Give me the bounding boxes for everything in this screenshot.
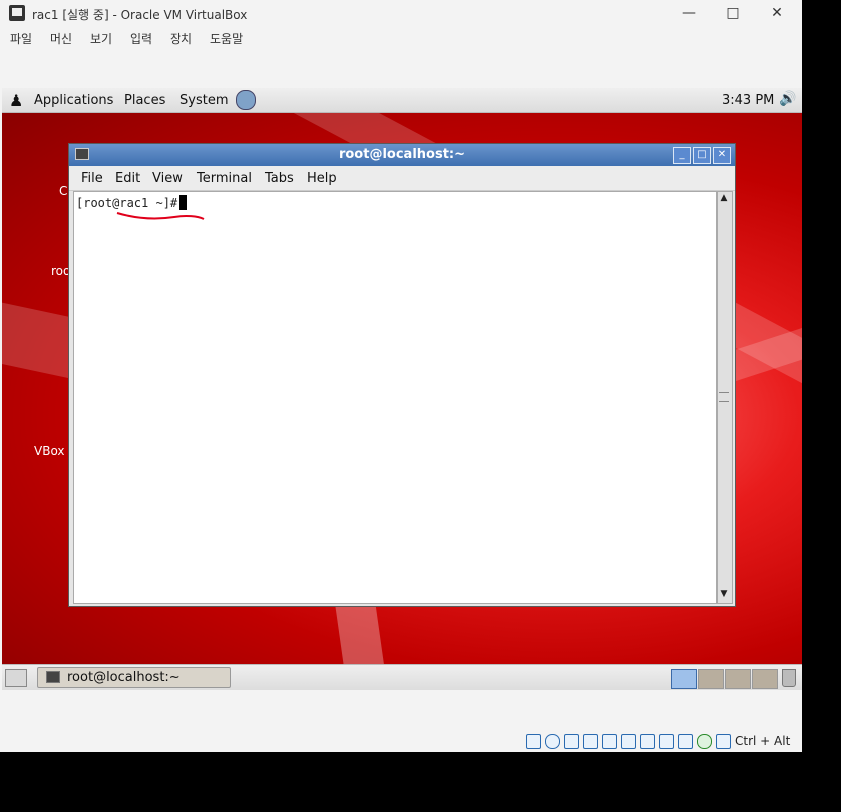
network-icon[interactable] bbox=[236, 90, 256, 110]
close-button[interactable]: ✕ bbox=[762, 4, 792, 22]
virtualbox-title-bar: rac1 [실행 중] - Oracle VM VirtualBox — □ ✕ bbox=[0, 0, 802, 28]
virtualbox-app-icon bbox=[9, 5, 25, 21]
audio-icon[interactable] bbox=[564, 734, 579, 749]
gnome-bottom-panel: root@localhost:~ bbox=[2, 664, 802, 690]
minimize-button[interactable]: — bbox=[674, 4, 704, 22]
host-key-label: Ctrl + Alt bbox=[735, 734, 791, 748]
terminal-menu-bar: File Edit View Terminal Tabs Help bbox=[69, 166, 735, 191]
terminal-maximize-button[interactable]: □ bbox=[693, 147, 711, 164]
menu-input[interactable]: 입력 bbox=[130, 30, 152, 47]
terminal-text-area[interactable]: [root@rac1 ~]# bbox=[73, 191, 717, 604]
scroll-down-arrow[interactable]: ▼ bbox=[719, 589, 729, 599]
menu-view[interactable]: 보기 bbox=[90, 30, 112, 47]
terminal-menu-edit[interactable]: Edit bbox=[115, 171, 140, 186]
scrollbar-thumb[interactable] bbox=[719, 392, 729, 402]
terminal-title-bar[interactable]: root@localhost:~ _ □ ✕ bbox=[69, 144, 735, 166]
virtualbox-menu-bar: 파일 머신 보기 입력 장치 도움말 bbox=[0, 28, 802, 48]
optical-drive-icon[interactable] bbox=[545, 734, 560, 749]
gnome-foot-icon[interactable]: ♟ bbox=[9, 91, 23, 110]
shell-prompt-line: [root@rac1 ~]# bbox=[76, 195, 188, 210]
terminal-menu-terminal[interactable]: Terminal bbox=[197, 171, 252, 186]
places-menu[interactable]: Places bbox=[124, 93, 165, 108]
show-desktop-icon[interactable] bbox=[5, 669, 27, 687]
clock[interactable]: 3:43 PM bbox=[722, 93, 774, 108]
display-icon[interactable] bbox=[640, 734, 655, 749]
virtualbox-status-bar: Ctrl + Alt bbox=[0, 730, 802, 752]
taskbar-task-label: root@localhost:~ bbox=[67, 670, 180, 685]
terminal-menu-file[interactable]: File bbox=[81, 171, 103, 186]
keyboard-capture-icon[interactable] bbox=[716, 734, 731, 749]
terminal-icon bbox=[46, 671, 60, 683]
trash-icon[interactable] bbox=[782, 669, 796, 687]
workspace-1[interactable] bbox=[671, 669, 697, 689]
workspace-2[interactable] bbox=[698, 669, 724, 689]
terminal-title: root@localhost:~ bbox=[338, 147, 466, 162]
guest-screen[interactable]: C roo VBox ♟ Applications Places System … bbox=[2, 88, 802, 690]
terminal-minimize-button[interactable]: _ bbox=[673, 147, 691, 164]
terminal-scrollbar[interactable]: ▲ ▼ bbox=[717, 191, 733, 604]
menu-file[interactable]: 파일 bbox=[10, 30, 32, 47]
terminal-menu-view[interactable]: View bbox=[152, 171, 183, 186]
red-underline-annotation bbox=[116, 212, 205, 220]
menu-help[interactable]: 도움말 bbox=[210, 30, 243, 47]
recording-icon[interactable] bbox=[659, 734, 674, 749]
workspace-3[interactable] bbox=[725, 669, 751, 689]
hard-disk-icon[interactable] bbox=[526, 734, 541, 749]
desktop-icon-computer-label[interactable]: C bbox=[59, 184, 67, 198]
shell-prompt: [root@rac1 ~]# bbox=[76, 196, 178, 210]
terminal-window[interactable]: root@localhost:~ _ □ ✕ File Edit View Te… bbox=[68, 143, 736, 607]
terminal-close-button[interactable]: ✕ bbox=[713, 147, 731, 164]
applications-menu[interactable]: Applications bbox=[34, 93, 113, 108]
menu-devices[interactable]: 장치 bbox=[170, 30, 192, 47]
menu-machine[interactable]: 머신 bbox=[50, 30, 72, 47]
workspace-4[interactable] bbox=[752, 669, 778, 689]
usb-icon[interactable] bbox=[602, 734, 617, 749]
gnome-top-panel: ♟ Applications Places System 3:43 PM 🔊 bbox=[2, 88, 802, 113]
desktop-icon-vbox-label[interactable]: VBox bbox=[34, 444, 65, 458]
taskbar-task-terminal[interactable]: root@localhost:~ bbox=[37, 667, 231, 688]
mouse-integration-icon[interactable] bbox=[697, 734, 712, 749]
network-adapter-icon[interactable] bbox=[583, 734, 598, 749]
terminal-menu-tabs[interactable]: Tabs bbox=[265, 171, 294, 186]
maximize-button[interactable]: □ bbox=[718, 4, 748, 22]
terminal-menu-help[interactable]: Help bbox=[307, 171, 337, 186]
window-title: rac1 [실행 중] - Oracle VM VirtualBox bbox=[32, 8, 248, 22]
cpu-icon[interactable] bbox=[678, 734, 693, 749]
system-menu[interactable]: System bbox=[180, 93, 228, 108]
text-cursor bbox=[179, 195, 188, 210]
volume-icon[interactable]: 🔊 bbox=[779, 91, 796, 107]
virtualbox-window: rac1 [실행 중] - Oracle VM VirtualBox — □ ✕… bbox=[0, 0, 802, 752]
shared-folders-icon[interactable] bbox=[621, 734, 636, 749]
scroll-up-arrow[interactable]: ▲ bbox=[719, 193, 729, 203]
